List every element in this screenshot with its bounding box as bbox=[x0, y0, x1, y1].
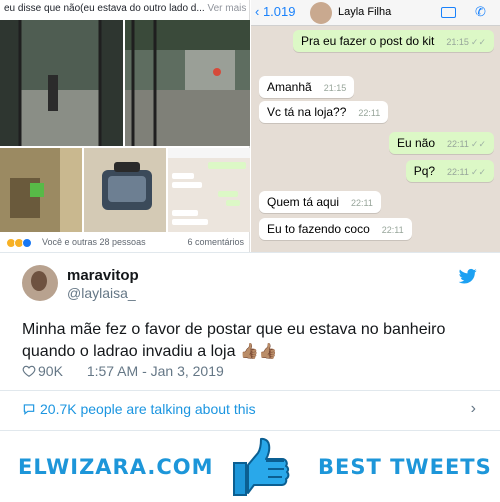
fb-caption-text: eu disse que não(eu estava do outro lado… bbox=[4, 3, 205, 14]
phone-call-icon[interactable]: ✆ bbox=[475, 4, 486, 20]
tweet-meta: 90K 1:57 AM - Jan 3, 2019 bbox=[22, 363, 234, 383]
photo-store-outside[interactable] bbox=[125, 20, 250, 146]
like-reaction-icon bbox=[22, 237, 32, 248]
fb-reactions-count[interactable]: Você e outras 28 pessoas bbox=[42, 237, 146, 247]
fb-comments-count[interactable]: 6 comentários bbox=[187, 237, 244, 247]
whatsapp-chat: ‹ 1.019 Layla Filha ✆ Pra eu fazer o pos… bbox=[251, 0, 500, 252]
brand-site-name: ELWIZARA.COM bbox=[18, 455, 214, 479]
wa-message-text: Eu não bbox=[397, 136, 436, 150]
heart-icon bbox=[22, 365, 36, 377]
chevron-right-icon[interactable]: › bbox=[471, 400, 476, 418]
brand-tagline: BEST TWEETS bbox=[318, 455, 492, 479]
wa-message-sent[interactable]: Eu não 22:11 ✓✓ bbox=[389, 132, 494, 154]
wa-message-received[interactable]: Eu to fazendo coco 22:11 bbox=[259, 218, 412, 240]
wa-message-text: Vc tá na loja?? bbox=[267, 105, 347, 119]
see-more-link[interactable]: Ver mais bbox=[207, 3, 246, 14]
wa-message-received[interactable]: Quem tá aqui 22:11 bbox=[259, 191, 381, 213]
wa-message-sent[interactable]: Pq? 22:11 ✓✓ bbox=[405, 160, 494, 182]
avatar[interactable] bbox=[22, 265, 58, 301]
wa-message-text: Quem tá aqui bbox=[267, 195, 340, 209]
wa-unread-count: 1.019 bbox=[262, 4, 296, 19]
wa-header: ‹ 1.019 Layla Filha ✆ bbox=[251, 0, 500, 26]
wa-message-sent[interactable]: Pra eu fazer o post do kit 21:15 ✓✓ bbox=[292, 30, 494, 52]
screenshot-composite: eu disse que não(eu estava do outro lado… bbox=[0, 0, 500, 252]
wa-contact-name[interactable]: Layla Filha bbox=[338, 6, 391, 18]
tweet-author-handle[interactable]: @laylaisa_ bbox=[67, 285, 136, 301]
tweet-body: Minha mãe fez o favor de postar que eu e… bbox=[22, 321, 446, 360]
photo-shelf[interactable] bbox=[0, 148, 82, 232]
tweet-card: maravitop @laylaisa_ Minha mãe fez o fav… bbox=[0, 252, 500, 430]
like-count: 90K bbox=[38, 363, 63, 379]
thumbs-up-logo-icon bbox=[233, 437, 290, 496]
wa-contact-avatar[interactable] bbox=[310, 2, 332, 24]
fb-post-footer: Você e outras 28 pessoas 6 comentários bbox=[0, 234, 250, 252]
twitter-bird-icon[interactable] bbox=[458, 267, 478, 285]
wa-message-time: 21:15 bbox=[323, 83, 347, 93]
facebook-post: eu disse que não(eu estava do outro lado… bbox=[0, 0, 250, 252]
read-receipt-icon: ✓✓ bbox=[470, 37, 486, 47]
read-receipt-icon: ✓✓ bbox=[470, 167, 486, 177]
brand-footer: ELWIZARA.COM BEST TWEETS bbox=[0, 430, 500, 502]
wa-message-time: 22:11 bbox=[447, 167, 469, 177]
fb-photo-grid bbox=[0, 20, 250, 232]
comment-bubble-icon bbox=[23, 404, 35, 415]
tweet-timestamp[interactable]: 1:57 AM - Jan 3, 2019 bbox=[87, 363, 224, 379]
wa-message-text: Pra eu fazer o post do kit bbox=[300, 34, 435, 48]
wa-message-time: 21:15 bbox=[446, 37, 469, 47]
wa-message-time: 22:11 bbox=[447, 139, 469, 149]
thumbs-up-emoji: 👍🏽👍🏽 bbox=[239, 343, 278, 360]
divider bbox=[0, 390, 500, 391]
wa-message-time: 22:11 bbox=[351, 198, 373, 208]
wa-message-time: 22:11 bbox=[381, 225, 404, 235]
video-call-icon[interactable] bbox=[441, 7, 456, 18]
wa-message-received[interactable]: Vc tá na loja?? 22:11 bbox=[259, 101, 389, 123]
wa-back-button[interactable]: ‹ 1.019 bbox=[255, 4, 296, 19]
like-button[interactable]: 90K bbox=[22, 363, 77, 379]
photo-chat-thumbnail[interactable] bbox=[168, 148, 250, 232]
read-receipt-icon: ✓✓ bbox=[470, 139, 486, 149]
wa-message-text: Eu to fazendo coco bbox=[267, 222, 370, 236]
talking-link[interactable]: 20.7K people are talking about this bbox=[22, 401, 256, 417]
photo-street-night[interactable] bbox=[0, 20, 123, 146]
photo-bag[interactable] bbox=[84, 148, 166, 232]
fb-post-caption: eu disse que não(eu estava do outro lado… bbox=[4, 3, 248, 17]
wa-message-text: Amanhã bbox=[267, 80, 312, 94]
reaction-icons[interactable] bbox=[6, 237, 32, 248]
talking-text: 20.7K people are talking about this bbox=[40, 401, 256, 417]
tweet-author-name[interactable]: maravitop bbox=[67, 267, 139, 284]
wa-message-text: Pq? bbox=[413, 164, 436, 178]
wa-message-received[interactable]: Amanhã 21:15 bbox=[259, 76, 355, 98]
wa-message-time: 22:11 bbox=[358, 108, 381, 118]
tweet-text: Minha mãe fez o favor de postar que eu e… bbox=[22, 319, 482, 363]
